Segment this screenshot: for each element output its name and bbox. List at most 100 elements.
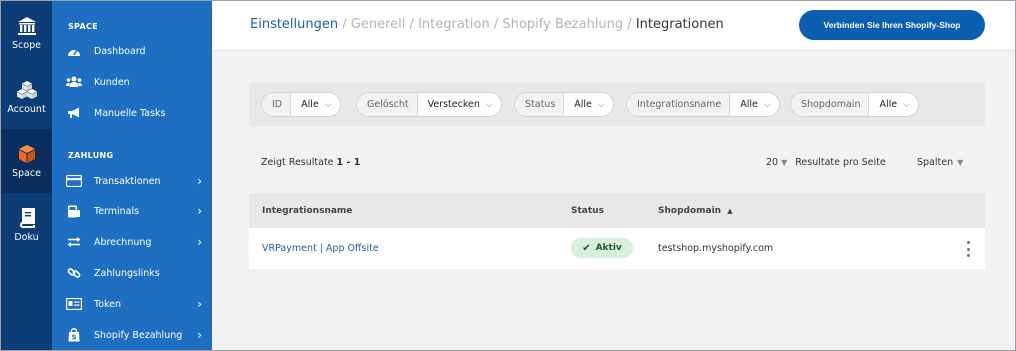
status-badge: ✔ Aktiv [571,238,633,258]
rail-item-doku[interactable]: Doku [1,193,52,257]
sidebar-section-payment: ZAHLUNG [68,151,114,160]
gauge-icon [66,44,82,58]
sidebar-item-terminals[interactable]: Terminals › [66,200,206,222]
sidebar-item-label: Terminals [94,205,140,217]
columns-label: Spalten [917,157,954,168]
breadcrumb: Einstellungen / Generell / Integration /… [250,17,724,32]
sidebar-item-kunden[interactable]: Kunden [66,71,206,93]
shopping-bag-icon: S [66,328,82,342]
sidebar-item-label: Token [94,298,122,310]
chevron-right-icon: › [197,328,202,342]
filter-label: Status [515,93,565,116]
connect-shopify-button[interactable]: Verbinden Sie Ihren Shopify-Shop [799,10,985,40]
filter-bar: ID Alle ⌵ Gelöscht Verstecken ⌵ Status A… [249,83,985,126]
filter-value: Alle [301,99,319,110]
chevron-right-icon: › [197,174,202,188]
rail-label: Account [7,103,46,115]
per-page-label: Resultate pro Seite [795,157,886,168]
header: Einstellungen / Generell / Integration /… [212,1,1015,51]
results-range: 1 - 1 [336,157,361,168]
page-title: Integrationen [635,17,724,32]
sidebar-item-abrechnung[interactable]: Abrechnung › [66,231,206,253]
table-header: Integrationsname Status Shopdomain ▲ [249,193,985,228]
status-label: Aktiv [595,243,622,253]
users-icon [66,75,82,89]
book-icon [19,207,35,228]
exchange-icon [66,235,82,249]
chevron-down-icon: ⌵ [763,99,771,110]
sidebar-item-label: Transaktionen [94,175,161,187]
rail-label: Doku [14,231,39,243]
sidebar-item-label: Kunden [94,76,130,88]
breadcrumb-separator: / [342,17,347,32]
results-summary: Zeigt Resultate 1 - 1 [261,157,360,168]
column-header-shopdomain[interactable]: Shopdomain ▲ [658,206,733,216]
filter-status[interactable]: Status Alle ⌵ [514,92,614,117]
terminal-icon [66,204,82,218]
per-page-selector[interactable]: 20 ▼ Resultate pro Seite [766,157,886,168]
filter-shopdomain[interactable]: Shopdomain Alle ⌵ [790,92,919,117]
chevron-down-icon: ⌵ [324,99,332,110]
link-icon [66,266,82,280]
more-actions-icon[interactable] [965,241,971,257]
filter-value: Alle [740,99,758,110]
sort-ascending-icon: ▲ [727,207,733,215]
rail-label: Space [12,167,41,179]
integration-name-link[interactable]: VRPayment | App Offsite [262,243,379,254]
rail-item-account[interactable]: Account [1,65,52,129]
filter-geloescht[interactable]: Gelöscht Verstecken ⌵ [356,92,502,117]
breadcrumb-item-einstellungen[interactable]: Einstellungen [250,17,338,32]
sidebar-item-transaktionen[interactable]: Transaktionen › [66,170,206,192]
breadcrumb-separator: / [493,17,499,32]
chevron-right-icon: › [197,235,202,249]
chevron-down-icon: ⌵ [597,99,605,110]
breadcrumb-item-integration[interactable]: Integration [418,17,490,32]
chevron-down-icon: ⌵ [485,99,493,110]
rail-label: Scope [12,39,41,51]
chevron-down-icon: ⌵ [903,99,910,110]
svg-text:S: S [71,334,76,342]
id-card-icon [66,297,82,311]
sidebar-item-label: Shopify Bezahlung [94,329,183,341]
cube-icon [18,144,35,163]
breadcrumb-separator: / [409,17,414,32]
chevron-right-icon: › [197,204,202,218]
rail-item-scope[interactable]: Scope [1,1,52,65]
breadcrumb-item-generell[interactable]: Generell [351,17,406,32]
shopdomain-value: testshop.myshopify.com [658,243,774,254]
filter-label: Integrationsname [627,93,731,116]
sidebar-item-manuelle-tasks[interactable]: Manuelle Tasks [66,102,206,124]
sidebar: SPACE Dashboard Kunden Manuelle Tasks ZA… [52,1,212,350]
filter-label: Shopdomain [791,93,870,116]
sidebar-item-token[interactable]: Token › [66,293,206,315]
rail-item-space[interactable]: Space [1,129,52,193]
columns-button[interactable]: Spalten ▼ [917,157,963,168]
filter-integrationsname[interactable]: Integrationsname Alle ⌵ [626,92,780,117]
sidebar-item-zahlungslinks[interactable]: Zahlungslinks [66,262,206,284]
breadcrumb-item-shopify-bezahlung[interactable]: Shopify Bezahlung [502,17,623,32]
sidebar-item-label: Abrechnung [94,236,152,248]
bank-icon [17,16,36,35]
column-header-integrationsname[interactable]: Integrationsname [262,206,352,216]
sidebar-section-space: SPACE [68,22,98,31]
sidebar-item-label: Dashboard [94,45,146,57]
sidebar-item-label: Zahlungslinks [94,267,160,279]
filter-value: Verstecken [427,99,480,110]
filter-label: ID [262,93,292,116]
filter-value: Alle [879,99,898,110]
column-header-status[interactable]: Status [571,206,604,216]
app-rail: Scope Account Space Doku [1,1,52,350]
cubes-icon [16,80,37,99]
app-window: Scope Account Space Doku SPACE Dashboard… [0,0,1016,351]
check-icon: ✔ [582,242,591,254]
filter-id[interactable]: ID Alle ⌵ [261,92,341,117]
table-row: VRPayment | App Offsite ✔ Aktiv testshop… [249,228,985,269]
breadcrumb-separator: / [627,17,632,32]
credit-card-icon [66,174,82,188]
sidebar-item-label: Manuelle Tasks [94,107,166,119]
sidebar-item-dashboard[interactable]: Dashboard [66,40,206,62]
megaphone-icon [66,106,82,120]
sidebar-item-shopify-bezahlung[interactable]: S Shopify Bezahlung › [66,324,206,346]
chevron-right-icon: › [197,297,202,311]
results-prefix: Zeigt Resultate [261,157,337,168]
